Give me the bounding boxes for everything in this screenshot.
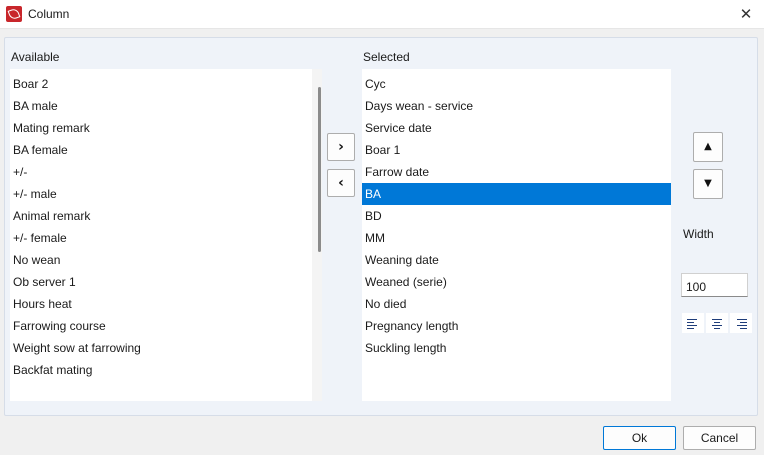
arrow-down-icon: ▼ [704, 178, 712, 189]
available-label: Available [11, 50, 60, 64]
list-item[interactable]: BA male [10, 95, 322, 117]
list-item[interactable]: Weaning date [362, 249, 671, 271]
list-item[interactable]: Service date [362, 117, 671, 139]
list-item[interactable]: Weaned (serie) [362, 271, 671, 293]
list-item[interactable]: Animal remark [10, 205, 322, 227]
app-icon [6, 6, 22, 22]
move-down-button[interactable]: ▼ [693, 169, 723, 199]
close-button[interactable]: ✕ [728, 0, 764, 28]
list-item[interactable]: +/- female [10, 227, 322, 249]
list-item[interactable]: Boar 2 [10, 73, 322, 95]
list-item[interactable]: Weight sow at farrowing [10, 337, 322, 359]
list-item[interactable]: Farrowing course [10, 315, 322, 337]
list-item[interactable]: Farrow date [362, 161, 671, 183]
list-item[interactable]: MM [362, 227, 671, 249]
list-item[interactable]: Backfat mating [10, 359, 322, 381]
selected-list[interactable]: Cyc Days wean - service Service date Boar 1… [362, 69, 671, 401]
list-item[interactable]: Days wean - service [362, 95, 671, 117]
list-item[interactable]: BA female [10, 139, 322, 161]
scrollbar-thumb[interactable] [318, 87, 321, 252]
move-up-button[interactable]: ▲ [693, 132, 723, 162]
selected-label: Selected [363, 50, 410, 64]
list-item[interactable]: Ob server 1 [10, 271, 322, 293]
remove-column-button[interactable]: ‹ [327, 169, 355, 197]
width-label: Width [683, 227, 714, 241]
list-item[interactable]: Hours heat [10, 293, 322, 315]
ok-button[interactable]: Ok [603, 426, 676, 450]
title-bar: Column ✕ [0, 0, 764, 29]
align-left-button[interactable] [682, 313, 704, 333]
align-right-button[interactable] [730, 313, 752, 333]
list-item[interactable]: Suckling length [362, 337, 671, 359]
list-item[interactable]: Cyc [362, 73, 671, 95]
list-item[interactable]: BA [362, 183, 671, 205]
list-item[interactable]: +/- [10, 161, 322, 183]
available-list[interactable]: Boar 2 BA male Mating remark BA female +/- +/… [10, 69, 322, 401]
list-item[interactable]: Mating remark [10, 117, 322, 139]
column-panel: Available Boar 2 BA male Mating remark BA f… [4, 37, 758, 416]
list-item[interactable]: No died [362, 293, 671, 315]
list-item[interactable]: BD [362, 205, 671, 227]
width-input[interactable] [681, 273, 748, 297]
arrow-up-icon: ▲ [704, 141, 712, 152]
dialog-body: Available Boar 2 BA male Mating remark BA f… [0, 29, 764, 455]
list-item[interactable]: Pregnancy length [362, 315, 671, 337]
add-column-button[interactable]: › [327, 133, 355, 161]
list-item[interactable]: +/- male [10, 183, 322, 205]
list-item[interactable]: No wean [10, 249, 322, 271]
available-scrollbar[interactable] [312, 69, 322, 401]
list-item[interactable]: Boar 1 [362, 139, 671, 161]
cancel-button[interactable]: Cancel [683, 426, 756, 450]
align-center-button[interactable] [706, 313, 728, 333]
window-title: Column [28, 7, 70, 21]
